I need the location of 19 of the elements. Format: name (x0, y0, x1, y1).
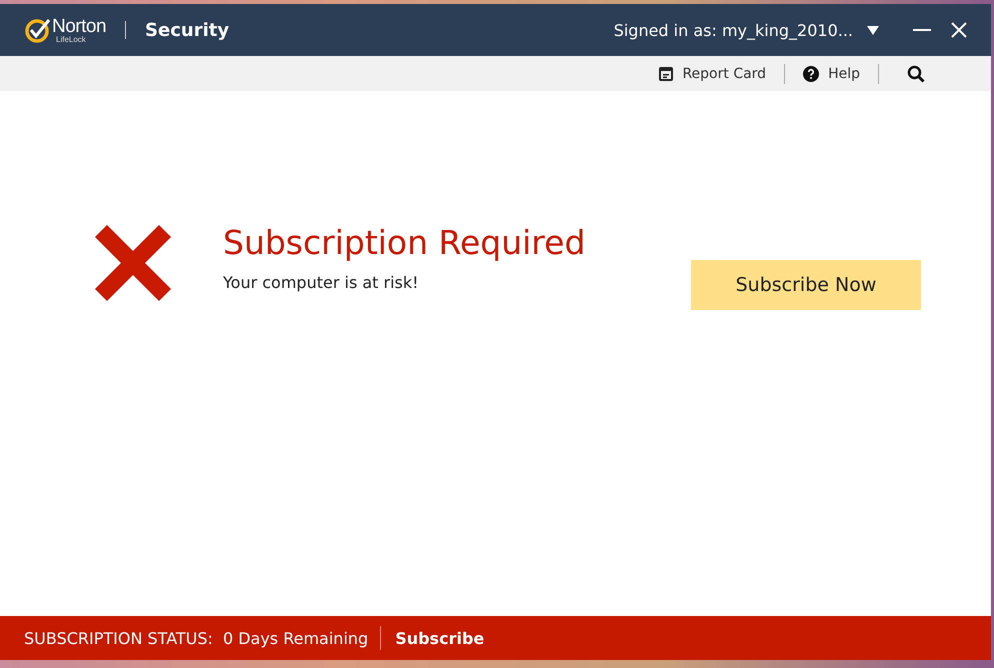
logo-text: Norton (52, 16, 106, 36)
status-label: SUBSCRIPTION STATUS: (24, 628, 213, 648)
subscribe-link[interactable]: Subscribe (395, 628, 484, 648)
logo-subtext: LifeLock (56, 36, 87, 44)
help-button[interactable]: Help (797, 66, 866, 82)
account-dropdown[interactable]: Signed in as: my_king_2010... (614, 20, 879, 40)
status-value: 0 Days Remaining (222, 628, 368, 648)
subscribe-now-button[interactable]: Subscribe Now (691, 260, 921, 310)
product-title: Security (145, 20, 230, 40)
alert-message: Your computer is at risk! (223, 272, 420, 292)
caret-icon (867, 26, 879, 34)
calendar-icon (659, 66, 674, 81)
help-icon (803, 66, 820, 82)
close-icon[interactable] (951, 22, 967, 38)
alert-title: Subscription Required (223, 223, 586, 263)
report-card-button[interactable]: Report Card (653, 66, 772, 82)
search-icon[interactable] (907, 64, 925, 82)
checkmark-logo-icon (25, 17, 51, 43)
x-mark-icon (93, 223, 173, 303)
